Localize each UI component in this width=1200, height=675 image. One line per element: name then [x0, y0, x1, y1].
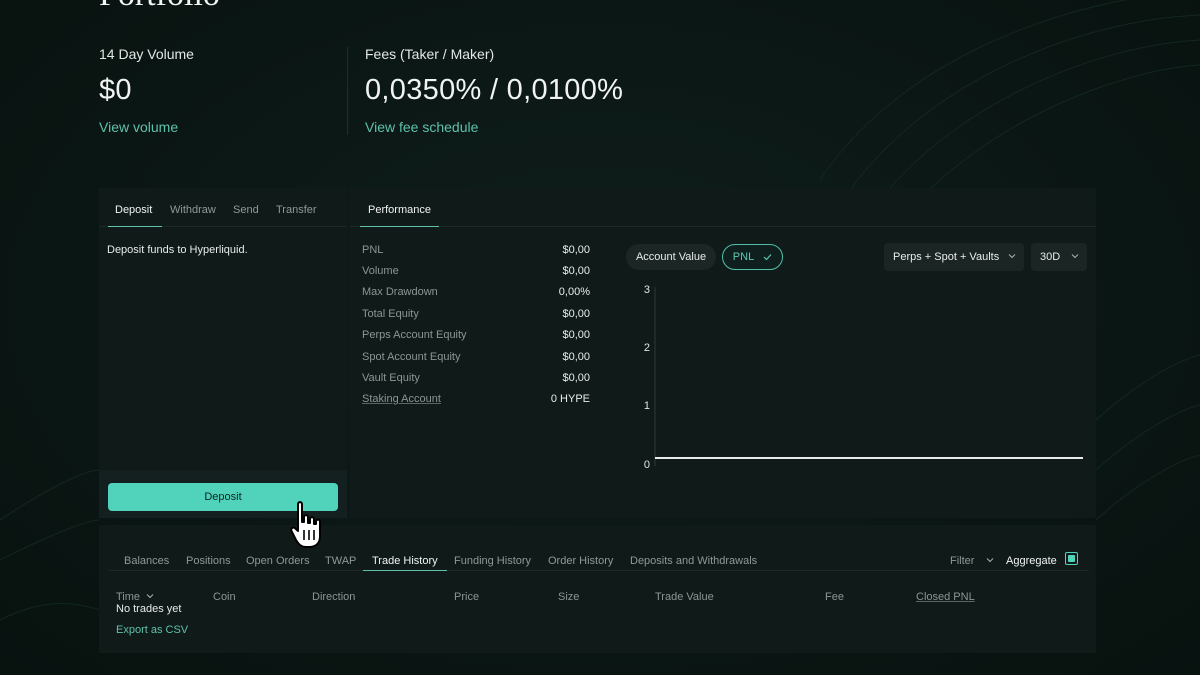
tab-deposit[interactable]: Deposit	[115, 204, 152, 216]
active-tab-indicator	[108, 226, 162, 227]
range-select-value: 30D	[1040, 251, 1061, 263]
scope-select-value: Perps + Spot + Vaults	[893, 251, 1000, 263]
pnl-toggle-label: PNL	[732, 251, 755, 263]
tab-twap[interactable]: TWAP	[325, 555, 356, 567]
page-title: Portfolio	[99, 0, 220, 12]
stat-divider	[347, 47, 348, 135]
tab-open-orders[interactable]: Open Orders	[246, 555, 310, 567]
export-csv-link[interactable]: Export as CSV	[116, 624, 188, 636]
empty-message: No trades yet	[116, 603, 182, 615]
col-coin-header: Coin	[213, 591, 236, 603]
range-select[interactable]: 30D	[1031, 243, 1087, 271]
deposit-description: Deposit funds to Hyperliquid.	[107, 244, 248, 256]
volume-label: 14 Day Volume	[99, 46, 194, 62]
transfer-tabs: Deposit Withdraw Send Transfer	[99, 188, 347, 227]
active-tab-indicator	[360, 226, 439, 227]
tab-order-history[interactable]: Order History	[548, 555, 613, 567]
metric-volume-label: Volume	[362, 265, 399, 277]
tab-withdraw[interactable]: Withdraw	[170, 204, 216, 216]
chevron-down-icon	[986, 558, 993, 563]
metric-volume-value: $0,00	[562, 265, 590, 277]
filter-label: Filter	[950, 555, 975, 567]
metric-perps-equity-value: $0,00	[562, 329, 590, 341]
metric-max-drawdown-label: Max Drawdown	[362, 286, 438, 298]
metric-vault-equity-value: $0,00	[562, 372, 590, 384]
metric-spot-equity-label: Spot Account Equity	[362, 351, 461, 363]
filter-dropdown[interactable]: Filter	[950, 555, 994, 567]
performance-panel: Performance PNL $0,00 Volume $0,00 Max D…	[350, 188, 1096, 518]
y-tick-label: 0	[643, 459, 650, 471]
col-time-label: Time	[116, 591, 141, 603]
volume-stat: 14 Day Volume $0 View volume	[99, 46, 194, 135]
volume-value: $0	[99, 74, 132, 106]
metric-pnl-label: PNL	[362, 244, 384, 256]
col-size-header: Size	[558, 591, 580, 603]
chevron-down-icon	[146, 594, 154, 599]
col-price-header: Price	[454, 591, 480, 603]
chevron-down-icon	[1071, 254, 1079, 259]
tab-send[interactable]: Send	[233, 204, 259, 216]
view-volume-link[interactable]: View volume	[99, 119, 194, 135]
metric-vault-equity-label: Vault Equity	[362, 372, 420, 384]
col-closed-pnl-header[interactable]: Closed PNL	[916, 591, 975, 603]
scope-select[interactable]: Perps + Spot + Vaults	[884, 243, 1024, 271]
view-fee-schedule-link[interactable]: View fee schedule	[365, 119, 623, 135]
history-panel: Balances Positions Open Orders TWAP Trad…	[99, 525, 1096, 653]
metric-total-equity-value: $0,00	[562, 308, 590, 320]
tab-positions[interactable]: Positions	[186, 555, 231, 567]
pnl-chart	[654, 287, 1083, 466]
tab-trade-history[interactable]: Trade History	[372, 555, 438, 567]
col-trade-value-header: Trade Value	[655, 591, 714, 603]
tab-funding-history[interactable]: Funding History	[454, 555, 531, 567]
y-tick-label: 2	[643, 342, 650, 354]
check-icon	[763, 254, 772, 261]
fees-label: Fees (Taker / Maker)	[365, 46, 495, 62]
tabs-divider	[109, 570, 1089, 571]
fees-stat: Fees (Taker / Maker) 0,0350% / 0,0100% V…	[365, 46, 623, 135]
col-time-header[interactable]: Time	[116, 591, 154, 603]
aggregate-checkbox[interactable]	[1065, 552, 1078, 565]
transfer-panel: Deposit Withdraw Send Transfer Deposit f…	[99, 188, 347, 518]
metric-staking-value: 0 HYPE	[550, 393, 590, 405]
fees-value: 0,0350% / 0,0100%	[365, 74, 624, 106]
metric-staking-link[interactable]: Staking Account	[362, 393, 441, 405]
active-tab-indicator	[363, 570, 447, 571]
y-tick-label: 3	[643, 284, 650, 296]
performance-tabs: Performance	[350, 188, 1096, 227]
hand-cursor-icon	[290, 501, 321, 548]
tab-transfer[interactable]: Transfer	[276, 204, 317, 216]
aggregate-label: Aggregate	[1006, 555, 1057, 567]
y-tick-label: 1	[643, 400, 650, 412]
account-value-toggle[interactable]: Account Value	[626, 244, 716, 270]
metric-max-drawdown-value: 0,00%	[558, 286, 590, 298]
metric-total-equity-label: Total Equity	[362, 308, 419, 320]
chevron-down-icon	[1008, 254, 1016, 259]
checkbox-fill	[1068, 555, 1075, 562]
col-direction-header: Direction	[312, 591, 356, 603]
col-fee-header: Fee	[825, 591, 844, 603]
tab-balances[interactable]: Balances	[124, 555, 169, 567]
metric-spot-equity-value: $0,00	[562, 351, 590, 363]
tab-performance[interactable]: Performance	[368, 204, 431, 216]
metric-pnl-value: $0,00	[562, 244, 590, 256]
tab-deposits-withdrawals[interactable]: Deposits and Withdrawals	[630, 555, 757, 567]
metric-perps-equity-label: Perps Account Equity	[362, 329, 467, 341]
pnl-toggle[interactable]: PNL	[722, 244, 783, 270]
